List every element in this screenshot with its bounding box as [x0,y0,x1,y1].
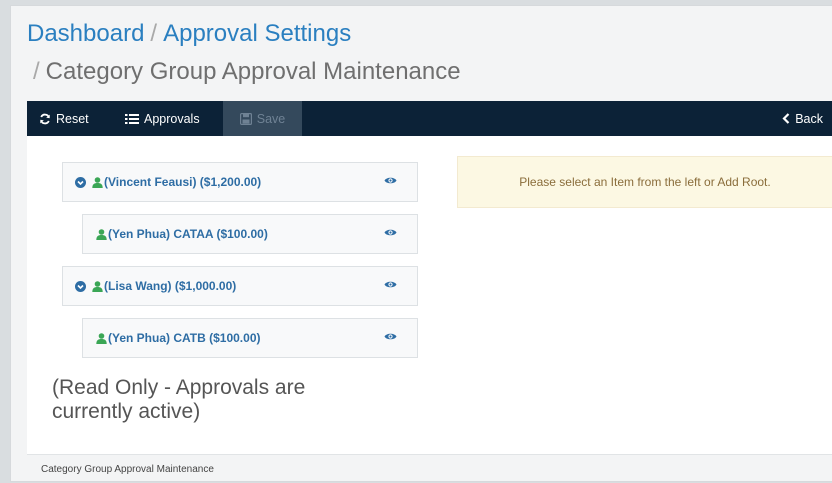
breadcrumb-separator: / [150,20,158,47]
list-icon [125,113,139,125]
tree-item[interactable]: (Lisa Wang) ($1,000.00) [62,266,418,306]
save-button[interactable]: Save [223,101,302,136]
breadcrumb-approval-settings-link[interactable]: Approval Settings [163,20,351,47]
tree-item-label: (Yen Phua) CATAA ($100.00) [108,227,268,241]
tree-item-label: (Yen Phua) CATB ($100.00) [108,331,261,345]
tree-item[interactable]: (Yen Phua) CATB ($100.00) [82,318,418,358]
user-icon [92,176,103,188]
readonly-notice: (Read Only - Approvals are currently act… [52,376,306,423]
back-button[interactable]: Back [782,101,823,136]
breadcrumb-separator: / [33,58,40,85]
tree-item[interactable]: (Vincent Feausi) ($1,200.00) [62,162,418,202]
user-icon [96,332,107,344]
eye-icon[interactable] [384,332,397,341]
refresh-icon [39,113,51,125]
user-icon [96,228,107,240]
page-container: Dashboard / Approval Settings / Category Gr… [10,5,832,482]
chevron-left-icon [782,113,790,124]
eye-icon[interactable] [384,228,397,237]
user-icon [92,280,103,292]
approvals-button[interactable]: Approvals [125,101,200,136]
content-panel: (Vincent Feausi) ($1,200.00) (Yen Phua) … [27,136,832,454]
tree-item-label: (Vincent Feausi) ($1,200.00) [104,175,262,189]
breadcrumb: Dashboard / Approval Settings [27,20,351,48]
expand-circle-icon[interactable] [75,280,86,292]
toolbar: Reset Approvals Save Back [27,101,832,136]
save-label: Save [256,111,286,126]
info-message: Please select an Item from the left or A… [457,156,832,208]
breadcrumb-dashboard-link[interactable]: Dashboard [27,20,144,47]
reset-label: Reset [56,111,89,126]
back-label: Back [795,111,823,126]
page-title: / Category Group Approval Maintenance [33,58,461,86]
eye-icon[interactable] [384,176,397,185]
eye-icon[interactable] [384,280,397,289]
breadcrumb-current: Category Group Approval Maintenance [45,58,461,85]
tree-item-label: (Lisa Wang) ($1,000.00) [104,279,237,293]
reset-button[interactable]: Reset [39,101,89,136]
tree-item[interactable]: (Yen Phua) CATAA ($100.00) [82,214,418,254]
approvals-label: Approvals [144,111,200,126]
footer-text: Category Group Approval Maintenance [41,464,214,475]
floppy-disk-icon [239,112,252,125]
expand-circle-icon[interactable] [75,176,86,188]
footer: Category Group Approval Maintenance [27,454,832,483]
